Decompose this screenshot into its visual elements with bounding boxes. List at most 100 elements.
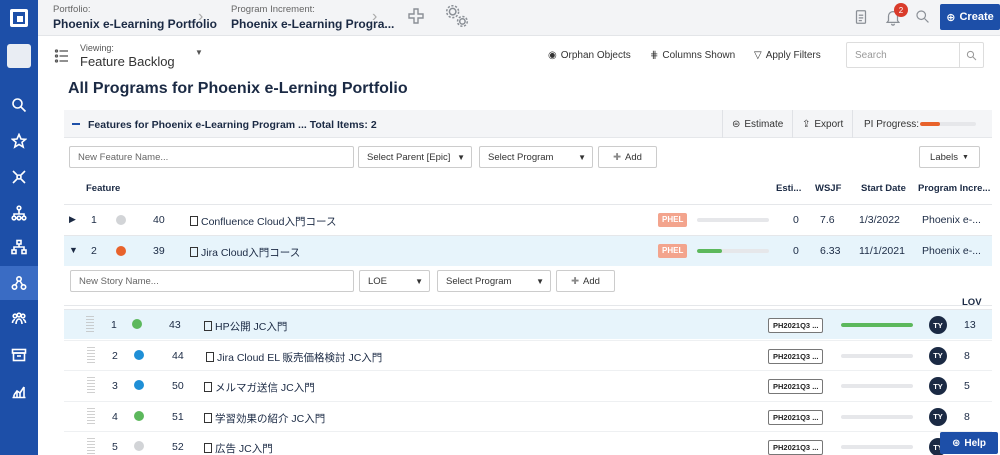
caret-down-icon[interactable]: ▼: [195, 48, 203, 57]
add-feature-button[interactable]: ✚ Add: [598, 146, 657, 168]
feature-name[interactable]: Confluence Cloud入門コース: [190, 214, 336, 229]
story-pi-badge[interactable]: PH2021Q3 ...: [768, 379, 824, 394]
add-story-button[interactable]: ✚ Add: [556, 270, 615, 292]
status-dot[interactable]: [116, 246, 126, 256]
create-button[interactable]: ⊕ Create: [940, 4, 1000, 30]
story-pi-badge[interactable]: PH2021Q3 ...: [768, 348, 824, 364]
export-button[interactable]: ⇪ Export: [802, 119, 843, 130]
chevron-right-icon[interactable]: ▶: [69, 214, 76, 225]
story-progress-bar: [841, 353, 913, 358]
columns-icon: ⋕: [650, 50, 659, 61]
owner-avatar[interactable]: TY: [929, 316, 947, 334]
drag-handle-icon[interactable]: [87, 346, 95, 365]
reports-icon[interactable]: [0, 374, 38, 408]
help-button[interactable]: ⊛ Help: [940, 432, 998, 454]
portfolio-caption: Portfolio:: [53, 4, 91, 15]
search-input[interactable]: Search: [846, 42, 984, 68]
star-icon[interactable]: [0, 124, 38, 158]
help-icon: ⊛: [951, 437, 961, 449]
team-icon[interactable]: [0, 302, 38, 336]
status-dot[interactable]: [134, 349, 144, 360]
portfolio-crumb[interactable]: Portfolio: Phoenix e-Learning Portfolio: [53, 4, 217, 31]
owner-avatar[interactable]: TY: [929, 377, 947, 395]
clipboard-icon[interactable]: [852, 8, 870, 29]
labels-button[interactable]: Labels ▼: [919, 146, 980, 168]
col-program-increment[interactable]: Program Incre...: [918, 183, 990, 194]
features-title-prefix: Features for: [88, 119, 149, 131]
story-name-text: HP公開 JC入門: [215, 321, 288, 333]
col-feature[interactable]: Feature: [86, 183, 120, 194]
notification-badge: 2: [894, 3, 908, 17]
search-icon[interactable]: [914, 8, 931, 28]
new-story-name-input[interactable]: New Story Name...: [70, 270, 354, 292]
story-row[interactable]: 4 51 学習効果の紹介 JC入門 PH2021Q3 ... TY 8: [64, 400, 992, 431]
story-row[interactable]: 552広告 JC入門PH2021Q3 ...TY3: [64, 431, 992, 455]
hierarchy-icon[interactable]: [0, 196, 38, 230]
create-label: Create: [959, 11, 994, 23]
orphan-objects-label: Orphan Objects: [560, 50, 631, 61]
story-name[interactable]: HP公開 JC入門: [204, 319, 287, 334]
drag-handle-icon[interactable]: [87, 377, 95, 395]
status-dot[interactable]: [134, 380, 144, 390]
feature-program-increment: Phoenix e-...: [922, 214, 981, 226]
columns-shown-button[interactable]: ⋕ Columns Shown: [650, 50, 735, 61]
org-chart-icon[interactable]: [0, 230, 38, 264]
app-logo[interactable]: [0, 0, 38, 36]
story-pi-badge[interactable]: PH2021Q3 ...: [768, 318, 824, 333]
feature-program-increment: Phoenix e-...: [922, 245, 981, 257]
view-selector[interactable]: Viewing: Feature Backlog: [80, 43, 175, 69]
estimate-button[interactable]: ⊜ Estimate: [732, 119, 783, 130]
feature-name[interactable]: Jira Cloud入門コース: [190, 245, 300, 260]
owner-avatar[interactable]: TY: [929, 407, 947, 426]
search-icon[interactable]: [959, 43, 983, 67]
col-estimate[interactable]: Esti...: [776, 183, 801, 194]
loe-select[interactable]: LOE ▼: [359, 270, 430, 292]
collapse-icon[interactable]: [72, 123, 80, 125]
program-increment-crumb[interactable]: Program Increment: Phoenix e-Learning Pr…: [231, 4, 394, 31]
drag-handle-icon[interactable]: [87, 438, 95, 455]
story-row[interactable]: 2 44 Jira Cloud EL 販売価格検討 JC入門 PH2021Q3 ...…: [64, 339, 992, 370]
story-name[interactable]: Jira Cloud EL 販売価格検討 JC入門: [206, 350, 382, 365]
story-rank: 5: [112, 441, 118, 453]
story-name[interactable]: メルマガ送信 JC入門: [204, 380, 315, 395]
network-icon[interactable]: [0, 160, 38, 194]
story-row[interactable]: 3 50 メルマガ送信 JC入門 PH2021Q3 ... TY 5: [64, 370, 992, 400]
chevron-down-icon[interactable]: ▼: [69, 245, 78, 255]
story-program-select[interactable]: Select Program ▼: [437, 270, 551, 292]
parent-epic-select[interactable]: Select Parent [Epic] ▼: [358, 146, 472, 168]
apply-filters-button[interactable]: ▽ Apply Filters: [754, 50, 821, 61]
feature-row[interactable]: ▼ 2 39 Jira Cloud入門コース PHEL 0 6.33 11/1/2021 Pho…: [64, 235, 992, 266]
drag-handle-icon[interactable]: [87, 407, 95, 426]
story-pi-badge[interactable]: PH2021Q3 ...: [768, 440, 824, 455]
story-id: 52: [172, 441, 184, 453]
feature-program-select[interactable]: Select Program ▼: [479, 146, 593, 168]
plus-icon: ✚: [571, 275, 580, 287]
story-lov: 8: [964, 410, 970, 423]
total-items-count: 2: [370, 119, 377, 131]
drag-handle-icon[interactable]: [86, 316, 94, 334]
orphan-objects-button[interactable]: ◉ Orphan Objects: [548, 50, 631, 61]
feature-rank: 2: [91, 245, 97, 257]
story-name[interactable]: 学習効果の紹介 JC入門: [204, 411, 325, 426]
pi-caption: Program Increment:: [231, 4, 315, 15]
archive-icon[interactable]: [0, 338, 38, 372]
status-dot[interactable]: [134, 410, 144, 421]
program-icon[interactable]: [0, 266, 38, 300]
document-icon: [204, 443, 212, 453]
story-row[interactable]: 1 43 HP公開 JC入門 PH2021Q3 ... TY 13: [64, 309, 992, 339]
status-dot[interactable]: [134, 441, 144, 451]
feature-row[interactable]: ▶ 1 40 Confluence Cloud入門コース PHEL 0 7.6 1/3/202…: [64, 204, 992, 235]
owner-avatar[interactable]: TY: [929, 346, 947, 365]
status-dot[interactable]: [116, 215, 126, 225]
story-pi-badge[interactable]: PH2021Q3 ...: [768, 409, 824, 425]
search-icon[interactable]: [0, 88, 38, 122]
settings-gears-icon[interactable]: [444, 3, 470, 32]
status-dot[interactable]: [132, 319, 142, 329]
user-avatar[interactable]: [7, 44, 31, 68]
add-plus-icon[interactable]: [406, 6, 426, 29]
parent-epic-value: Select Parent [Epic]: [367, 152, 451, 163]
story-name[interactable]: 広告 JC入門: [204, 441, 273, 455]
col-start-date[interactable]: Start Date: [861, 183, 906, 194]
new-feature-name-input[interactable]: New Feature Name...: [69, 146, 354, 168]
col-wsjf[interactable]: WSJF: [815, 183, 841, 194]
